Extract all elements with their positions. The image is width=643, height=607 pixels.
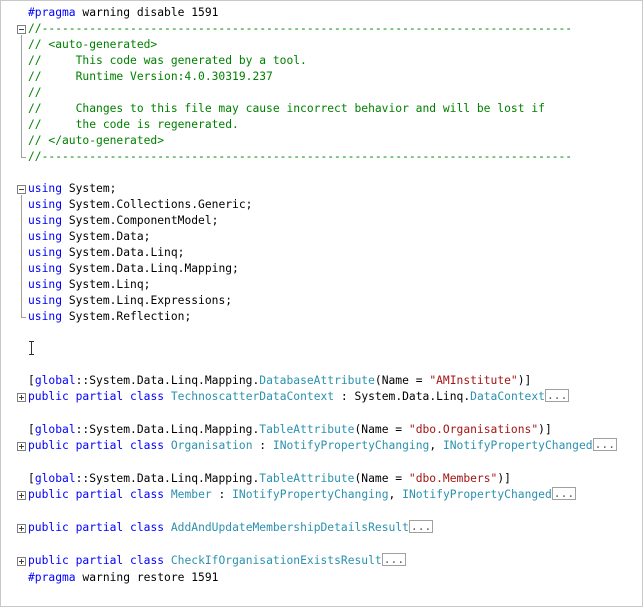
comment-line: //--------------------------------------… (28, 22, 573, 35)
class-name: Member (170, 488, 212, 501)
code-editor[interactable]: #pragma warning disable 1591 //---------… (0, 0, 643, 607)
pragma-directive: #pragma (28, 6, 76, 19)
class-declaration: public partial class Member : INotifyPro… (28, 487, 577, 501)
class-name: Organisation (170, 439, 253, 452)
class-name: AddAndUpdateMembershipDetailsResult (170, 521, 409, 534)
class-declaration: public partial class CheckIfOrganisation… (28, 553, 407, 567)
collapsed-region-button[interactable]: ... (408, 520, 434, 533)
class-name: TechnoscatterDataContext (170, 390, 335, 403)
class-name: CheckIfOrganisationExistsResult (170, 554, 382, 567)
using-line: using System.Reflection; (28, 310, 192, 323)
pragma-text: warning disable 1591 (75, 6, 219, 19)
using-line: using System; (28, 182, 117, 195)
class-declaration: public partial class Organisation : INot… (28, 438, 617, 452)
collapsed-region-button[interactable]: ... (592, 438, 617, 451)
using-line: using System.Data; (28, 230, 151, 243)
using-line: using System.Data.Linq; (28, 246, 185, 259)
collapsed-region-button[interactable]: ... (544, 389, 570, 402)
pragma-directive: #pragma (28, 571, 76, 584)
comment-line: // the code is regenerated. (28, 118, 239, 131)
using-line: using System.Linq; (28, 278, 151, 291)
comment-line: // (28, 86, 42, 99)
text-cursor-icon (28, 341, 35, 355)
class-declaration: public partial class TechnoscatterDataCo… (28, 389, 570, 403)
class-declaration: public partial class AddAndUpdateMembers… (28, 520, 434, 534)
using-line: using System.Linq.Expressions; (28, 294, 233, 307)
using-line: using System.Data.Linq.Mapping; (28, 262, 239, 275)
attribute-line: [global::System.Data.Linq.Mapping.TableA… (28, 423, 552, 436)
comment-line: // Runtime Version:4.0.30319.237 (28, 70, 273, 83)
comment-line: // Changes to this file may cause incorr… (28, 102, 545, 115)
pragma-disable-line: #pragma warning disable 1591 (1, 5, 642, 21)
comment-line: // <auto-generated> (28, 38, 158, 51)
using-line: using System.ComponentModel; (28, 214, 219, 227)
comment-line: //--------------------------------------… (28, 150, 573, 163)
comment-line: // </auto-generated> (28, 134, 165, 147)
attribute-line: [global::System.Data.Linq.Mapping.TableA… (28, 472, 511, 485)
using-line: using System.Collections.Generic; (28, 198, 253, 211)
collapsed-region-button[interactable]: ... (551, 487, 577, 500)
collapsed-region-button[interactable]: ... (381, 553, 407, 566)
attribute-line: [global::System.Data.Linq.Mapping.Databa… (28, 374, 532, 387)
comment-line: // This code was generated by a tool. (28, 54, 307, 67)
pragma-restore-line: #pragma warning restore 1591 (1, 570, 642, 586)
pragma-text: warning restore 1591 (75, 571, 219, 584)
